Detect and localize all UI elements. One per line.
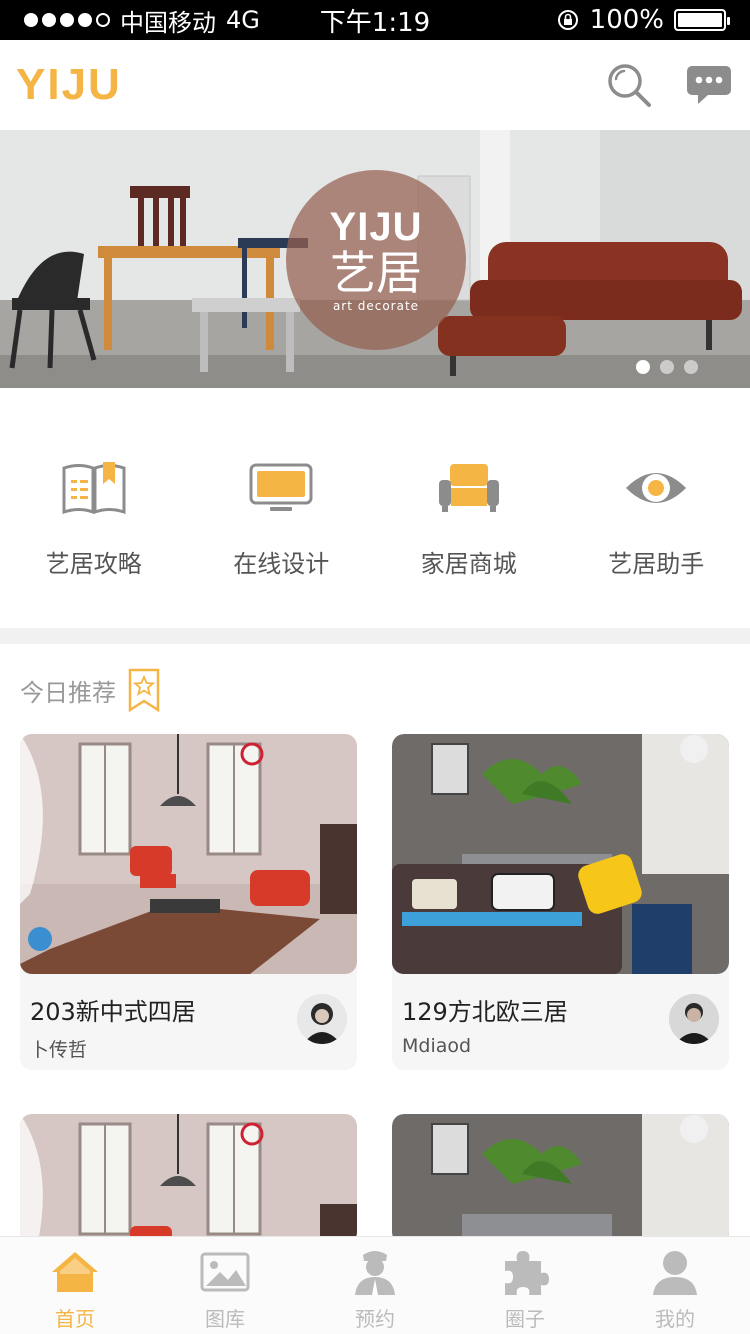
chat-icon [687,66,731,104]
app-logo: YIJU [16,60,122,109]
quick-nav-label: 艺居助手 [608,550,705,578]
card-image [20,1114,357,1244]
search-icon [608,64,651,107]
recommend-card[interactable]: 129方北欧三居 Mdiaod [392,734,729,1070]
recommend-card[interactable]: 203新中式四居 卜传哲 [20,734,357,1070]
card-info: 203新中式四居 卜传哲 [20,974,357,1070]
recommend-card[interactable] [392,1114,729,1244]
sofa-icon [434,460,504,516]
app-header: YIJU [0,40,750,130]
puzzle-icon [499,1249,551,1295]
signal-icon [24,13,110,27]
guide-book-icon [59,460,129,516]
tab-home[interactable]: 首页 [0,1237,150,1334]
quick-nav-assistant[interactable]: 艺居助手 [563,388,750,628]
tab-label: 图库 [205,1307,245,1331]
carousel-dot[interactable] [636,360,650,374]
section-divider [0,628,750,644]
tab-circle[interactable]: 圈子 [450,1237,600,1334]
bottom-tab-bar: 首页 图库 预约 圈子 我的 [0,1236,750,1334]
card-image [20,734,357,974]
badge-subtitle: art decorate [332,299,420,313]
banner-carousel[interactable]: YIJU 艺居 art decorate [0,130,750,388]
card-image [392,1114,729,1244]
appointment-icon [349,1249,401,1295]
tab-mine[interactable]: 我的 [600,1237,750,1334]
badge-title-cn: 艺居 [330,246,422,300]
battery-percent: 100% [589,5,664,35]
quick-nav-label: 家居商城 [420,550,517,578]
tab-label: 我的 [655,1307,695,1331]
tab-label: 首页 [55,1307,95,1331]
carousel-dot[interactable] [660,360,674,374]
status-right: 100% [556,5,730,35]
monitor-icon [246,460,316,516]
network-label: 4G [226,6,260,34]
tab-label: 圈子 [505,1307,545,1331]
card-info: 129方北欧三居 Mdiaod [392,974,729,1070]
user-icon [649,1249,701,1295]
recommend-header: 今日推荐 [20,668,160,712]
badge-title-en: YIJU [329,205,423,249]
card-author: 卜传哲 [30,1039,88,1061]
tab-label: 预约 [355,1307,395,1331]
quick-nav-mall[interactable]: 家居商城 [375,388,563,628]
eye-icon [621,460,691,516]
tab-appointment[interactable]: 预约 [300,1237,450,1334]
status-bar: 中国移动 4G 下午1:19 100% [0,0,750,40]
quick-nav-design[interactable]: 在线设计 [188,388,376,628]
card-image [392,734,729,974]
carousel-dot[interactable] [684,360,698,374]
rotation-lock-icon [557,10,578,30]
search-button[interactable] [604,60,654,110]
quick-nav-guide[interactable]: 艺居攻略 [0,388,188,628]
carrier-label: 中国移动 [120,8,216,37]
battery-icon [674,9,730,31]
tab-gallery[interactable]: 图库 [150,1237,300,1334]
quick-nav-label: 艺居攻略 [45,550,142,578]
avatar[interactable] [669,994,719,1044]
banner-badge: YIJU 艺居 art decorate [286,170,466,350]
carousel-dots [636,360,698,374]
home-icon [49,1249,101,1295]
recommend-title: 今日推荐 [20,678,116,707]
recommend-card[interactable] [20,1114,357,1244]
card-author: Mdiaod [402,1035,472,1057]
status-left: 中国移动 4G [24,3,260,38]
gallery-icon [199,1249,251,1295]
header-actions [604,60,734,110]
quick-nav-label: 在线设计 [233,550,330,578]
quick-nav: 艺居攻略 在线设计 家居商城 艺居助手 [0,388,750,628]
message-button[interactable] [684,60,734,110]
avatar[interactable] [297,994,347,1044]
star-bookmark-icon [128,668,160,712]
